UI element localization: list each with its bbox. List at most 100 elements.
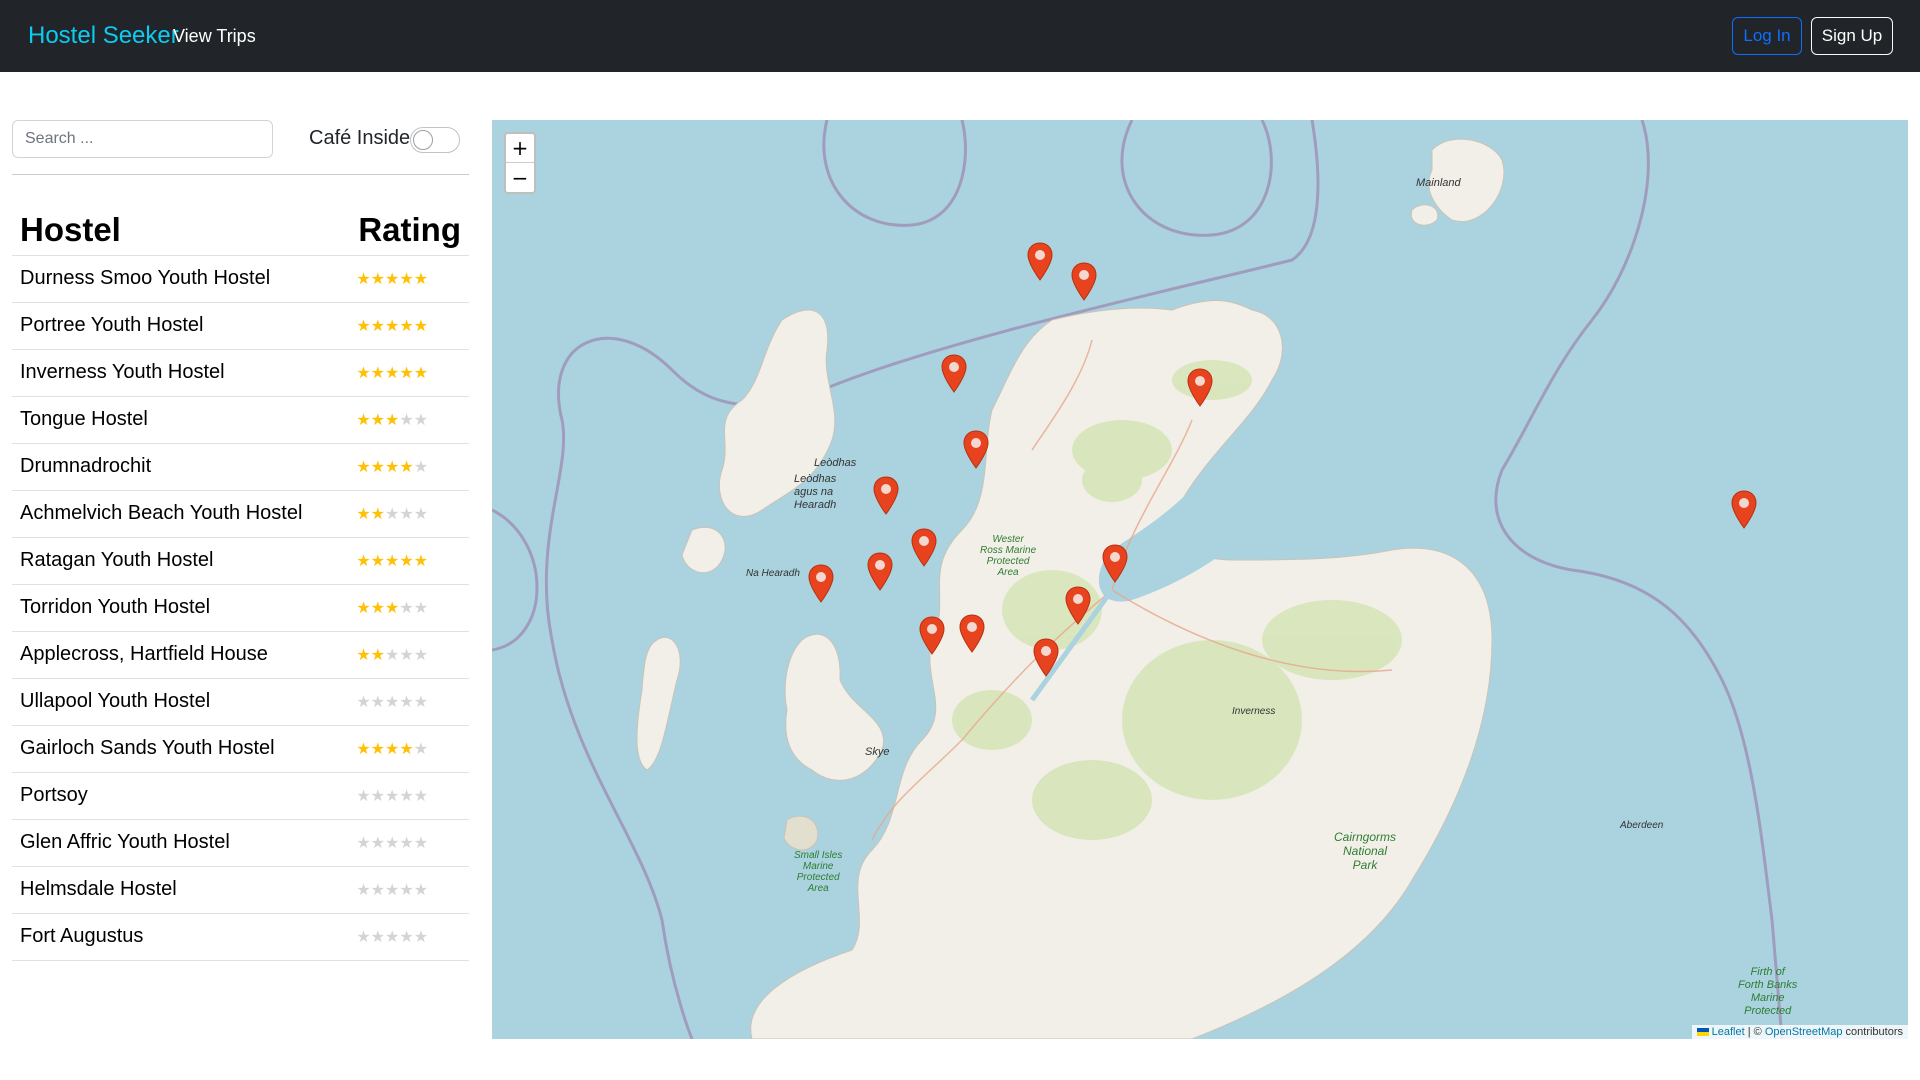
map-marker[interactable]	[1065, 586, 1091, 626]
map-marker[interactable]	[1071, 262, 1097, 302]
star-rating: ★★★★★	[356, 271, 428, 288]
star-icon: ★	[356, 365, 371, 382]
table-row[interactable]: Inverness Youth Hostel ★★★★★	[12, 349, 469, 397]
openstreetmap-link[interactable]: OpenStreetMap	[1765, 1026, 1843, 1038]
map-label-cairngorms-2: National	[1342, 844, 1388, 858]
star-icon: ★	[370, 835, 386, 852]
brand-link[interactable]: Hostel Seeker	[28, 22, 179, 50]
map-marker[interactable]	[919, 616, 945, 656]
star-icon: ★	[413, 271, 429, 288]
map-label-wester-ross-3: Protected	[986, 556, 1030, 567]
star-icon: ★	[370, 271, 386, 288]
map-pin-icon	[919, 616, 945, 655]
star-icon: ★	[356, 741, 371, 758]
hostel-rating: ★★★★★	[348, 349, 469, 397]
map-marker[interactable]	[941, 354, 967, 394]
table-row[interactable]: Ratagan Youth Hostel ★★★★★	[12, 537, 469, 585]
zoom-out-button[interactable]: −	[506, 163, 534, 192]
hostel-name[interactable]: Drumnadrochit	[12, 443, 349, 491]
table-row[interactable]: Achmelvich Beach Youth Hostel ★★★★★	[12, 490, 469, 538]
table-row[interactable]: Gairloch Sands Youth Hostel ★★★★★	[12, 725, 469, 773]
star-icon: ★	[356, 506, 371, 523]
hostel-name[interactable]: Fort Augustus	[12, 913, 349, 961]
map-marker[interactable]	[959, 614, 985, 654]
star-icon: ★	[399, 929, 414, 946]
star-icon: ★	[399, 882, 414, 899]
map-marker[interactable]	[963, 430, 989, 470]
map-marker[interactable]	[1102, 544, 1128, 584]
hostel-name[interactable]: Helmsdale Hostel	[12, 866, 349, 914]
map-marker[interactable]	[1187, 368, 1213, 408]
hostel-rating: ★★★★★	[348, 631, 469, 679]
map-marker[interactable]	[1731, 490, 1757, 530]
table-row[interactable]: Helmsdale Hostel ★★★★★	[12, 866, 469, 914]
star-icon: ★	[356, 647, 371, 664]
map-label-forth-3: Marine	[1750, 992, 1785, 1004]
star-icon: ★	[413, 647, 429, 664]
map-label-leodhas-harris-2: agus na	[794, 486, 834, 498]
hostel-name[interactable]: Achmelvich Beach Youth Hostel	[12, 490, 349, 538]
hostel-name[interactable]: Tongue Hostel	[12, 396, 349, 444]
map-marker[interactable]	[1033, 638, 1059, 678]
hostel-rating: ★★★★★	[348, 396, 469, 444]
star-rating: ★★★★★	[356, 412, 428, 429]
star-rating: ★★★★★	[356, 788, 428, 805]
map-label-small-isles: Small Isles Marine Protected Area	[794, 850, 842, 894]
star-icon: ★	[356, 600, 371, 617]
hostel-name[interactable]: Portsoy	[12, 772, 349, 820]
map-label-wester-ross: Wester Ross Marine Protected Area	[980, 534, 1036, 578]
view-trips-link[interactable]: View Trips	[173, 26, 256, 47]
hostel-name[interactable]: Torridon Youth Hostel	[12, 584, 349, 632]
signup-button[interactable]: Sign Up	[1811, 17, 1893, 55]
hostel-name[interactable]: Durness Smoo Youth Hostel	[12, 255, 349, 303]
hostel-name[interactable]: Applecross, Hartfield House	[12, 631, 349, 679]
map-tiles	[492, 120, 1784, 1039]
table-row[interactable]: Portsoy ★★★★★	[12, 772, 469, 820]
hostel-name[interactable]: Portree Youth Hostel	[12, 302, 349, 350]
star-icon: ★	[356, 459, 371, 476]
search-input[interactable]	[12, 120, 273, 158]
cafe-toggle-switch[interactable]	[410, 127, 460, 153]
map-pin-icon	[911, 528, 937, 567]
map-view[interactable]: Mainland Leòdhas Leòdhas agus na Hearadh…	[492, 120, 1908, 1039]
star-icon: ★	[413, 318, 429, 335]
map-marker[interactable]	[911, 528, 937, 568]
table-row[interactable]: Portree Youth Hostel ★★★★★	[12, 302, 469, 350]
star-icon: ★	[370, 506, 386, 523]
map-label-forth-2: Forth Banks	[1738, 979, 1798, 991]
table-row[interactable]: Durness Smoo Youth Hostel ★★★★★	[12, 255, 469, 303]
leaflet-link[interactable]: Leaflet	[1712, 1026, 1745, 1038]
star-icon: ★	[399, 365, 414, 382]
star-rating: ★★★★★	[356, 835, 428, 852]
table-row[interactable]: Tongue Hostel ★★★★★	[12, 396, 469, 444]
hostel-name[interactable]: Ullapool Youth Hostel	[12, 678, 349, 726]
table-row[interactable]: Ullapool Youth Hostel ★★★★★	[12, 678, 469, 726]
hostel-name[interactable]: Gairloch Sands Youth Hostel	[12, 725, 349, 773]
star-rating: ★★★★★	[356, 318, 428, 335]
zoom-in-button[interactable]: +	[506, 134, 534, 163]
map-marker[interactable]	[808, 564, 834, 604]
login-button[interactable]: Log In	[1732, 17, 1802, 55]
star-icon: ★	[356, 929, 371, 946]
star-icon: ★	[370, 412, 386, 429]
map-pin-icon	[1102, 544, 1128, 583]
map-label-cairngorms-1: Cairngorms	[1334, 830, 1397, 844]
table-row[interactable]: Applecross, Hartfield House ★★★★★	[12, 631, 469, 679]
table-row[interactable]: Drumnadrochit ★★★★★	[12, 443, 469, 491]
table-row[interactable]: Torridon Youth Hostel ★★★★★	[12, 584, 469, 632]
hostel-name[interactable]: Glen Affric Youth Hostel	[12, 819, 349, 867]
hostel-rating: ★★★★★	[348, 443, 469, 491]
attribution-contributors: contributors	[1842, 1026, 1903, 1038]
hostel-rating: ★★★★★	[348, 772, 469, 820]
map-marker[interactable]	[873, 476, 899, 516]
star-icon: ★	[356, 835, 371, 852]
map-marker[interactable]	[867, 552, 893, 592]
map-marker[interactable]	[1027, 242, 1053, 282]
star-icon: ★	[370, 741, 386, 758]
star-rating: ★★★★★	[356, 882, 428, 899]
hostel-column-header: Hostel	[12, 195, 349, 256]
hostel-name[interactable]: Ratagan Youth Hostel	[12, 537, 349, 585]
table-row[interactable]: Fort Augustus ★★★★★	[12, 913, 469, 961]
table-row[interactable]: Glen Affric Youth Hostel ★★★★★	[12, 819, 469, 867]
hostel-name[interactable]: Inverness Youth Hostel	[12, 349, 349, 397]
